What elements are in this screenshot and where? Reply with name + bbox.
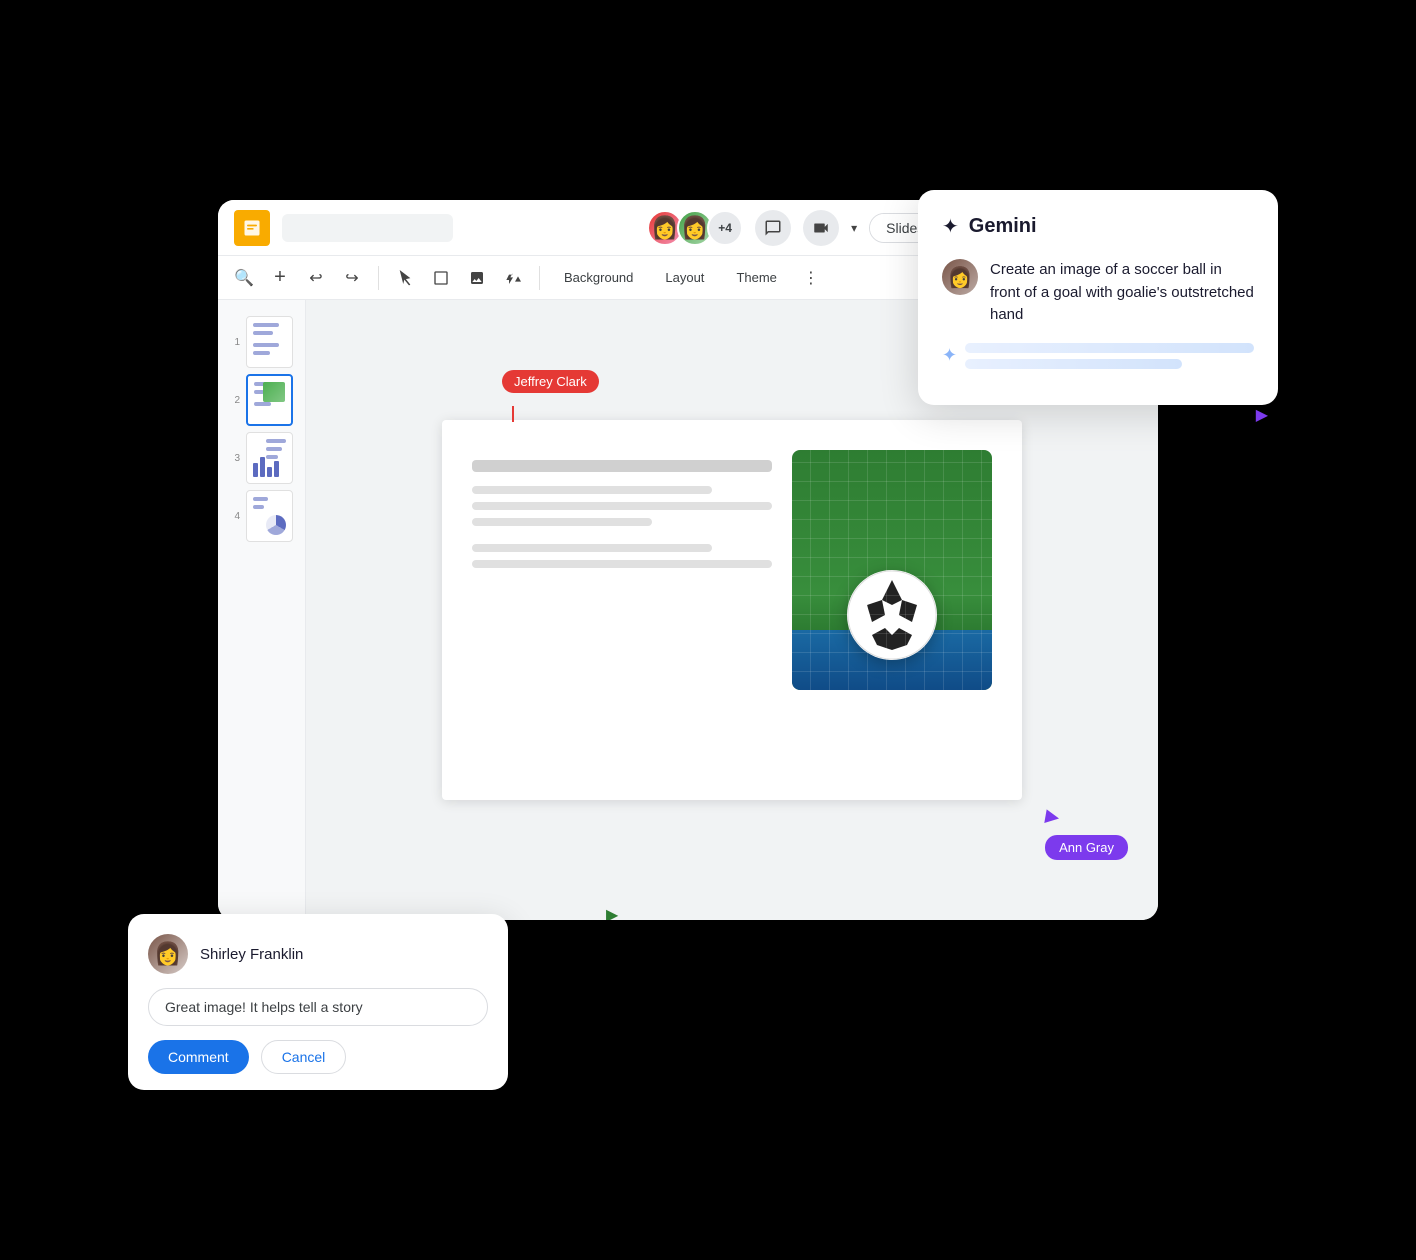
- slide-content: [442, 420, 1022, 710]
- background-button[interactable]: Background: [552, 266, 645, 289]
- comment-actions: Comment Cancel: [148, 1040, 488, 1074]
- slide-text-line: [472, 518, 652, 526]
- slide-text-line: [472, 502, 772, 510]
- comment-user-name: Shirley Franklin: [200, 946, 303, 963]
- thumb-line: [254, 402, 271, 406]
- chat-button[interactable]: [755, 210, 791, 246]
- thumb-line: [266, 439, 286, 443]
- slide-thumb-3[interactable]: [246, 432, 293, 484]
- comment-user-row: 👩 Shirley Franklin: [148, 934, 488, 974]
- shirley-bottom-cursor: ▶ Shirley Franklin: [606, 905, 724, 920]
- thumb-image-small: [263, 382, 285, 402]
- layout-button[interactable]: Layout: [653, 266, 716, 289]
- ann-gemini-cursor: ▶: [1256, 405, 1268, 425]
- thumb-line: [253, 323, 279, 327]
- slide-number-2: 2: [230, 395, 240, 406]
- redo-icon[interactable]: ↪: [338, 264, 366, 292]
- soccer-image: [792, 450, 992, 690]
- chart-bar: [267, 467, 272, 477]
- image-icon[interactable]: [463, 264, 491, 292]
- video-dropdown-arrow[interactable]: ▾: [851, 221, 857, 235]
- gemini-prompt-text: Create an image of a soccer ball in fron…: [990, 259, 1254, 327]
- ann-cursor-icon: ▶: [1256, 405, 1268, 425]
- gemini-user-avatar: 👩: [942, 259, 978, 295]
- slide-text-line: [472, 486, 712, 494]
- slide-canvas: Jeffrey Clark: [442, 420, 1022, 800]
- chart-bar: [253, 463, 258, 477]
- video-button[interactable]: [803, 210, 839, 246]
- theme-button[interactable]: Theme: [724, 266, 788, 289]
- shapes-icon[interactable]: [499, 264, 527, 292]
- zoom-icon[interactable]: 🔍: [230, 264, 258, 292]
- toolbar-divider-2: [539, 266, 540, 290]
- slide-thumb-2[interactable]: [246, 374, 293, 426]
- collaborator-avatars: 👩 👩 +4: [647, 210, 743, 246]
- thumb-line: [253, 505, 264, 509]
- cursor-tag-ann: Ann Gray: [1045, 835, 1128, 860]
- gemini-title: Gemini: [969, 215, 1037, 238]
- gemini-bar-medium: [965, 359, 1182, 369]
- text-box-icon[interactable]: [427, 264, 455, 292]
- slide-text-line: [472, 460, 772, 472]
- slide-row-3: 3: [230, 432, 293, 484]
- comment-popup: 👩 Shirley Franklin Great image! It helps…: [128, 914, 508, 1090]
- app-logo: [234, 210, 270, 246]
- select-icon[interactable]: [391, 264, 419, 292]
- slide-text-area: [472, 450, 772, 690]
- chart-bar: [274, 461, 279, 477]
- thumb-line: [253, 351, 270, 355]
- slide-number-4: 4: [230, 511, 240, 522]
- comment-submit-button[interactable]: Comment: [148, 1040, 249, 1074]
- slide-thumbnails: 1 2: [222, 308, 301, 550]
- slide-row-2: 2: [230, 374, 293, 426]
- gemini-star-icon: ✦: [942, 214, 959, 239]
- slide-thumb-1[interactable]: [246, 316, 293, 368]
- cursor-tag-jeffrey: Jeffrey Clark: [502, 370, 599, 393]
- gemini-header: ✦ Gemini: [942, 214, 1254, 239]
- chart-bar: [260, 457, 265, 477]
- soccer-image-box: [792, 450, 992, 690]
- thumb-line: [253, 331, 273, 335]
- slide-row-4: 4: [230, 490, 293, 542]
- comment-cancel-button[interactable]: Cancel: [261, 1040, 347, 1074]
- shirley-cursor-arrow-icon: ▶: [606, 905, 724, 920]
- gemini-sparkle-icon: ✦: [942, 345, 957, 366]
- gemini-bar-wide: [965, 343, 1254, 353]
- slide-number-1: 1: [230, 337, 240, 348]
- slide-row-1: 1: [230, 316, 293, 368]
- presentation-title-input[interactable]: [282, 214, 453, 242]
- undo-icon[interactable]: ↩: [302, 264, 330, 292]
- comment-input[interactable]: Great image! It helps tell a story: [148, 988, 488, 1026]
- slides-panel: 1 2: [218, 300, 306, 920]
- gemini-panel: ✦ Gemini 👩 Create an image of a soccer b…: [918, 190, 1278, 405]
- ann-gray-cursor-area: ▶ Ann Gray: [1045, 812, 1128, 860]
- thumb-line: [266, 447, 282, 451]
- thumb-pie-chart: [266, 515, 286, 535]
- thumb-line: [253, 343, 279, 347]
- more-options-icon[interactable]: ⋮: [797, 264, 825, 292]
- add-icon[interactable]: +: [266, 264, 294, 292]
- toolbar-divider-1: [378, 266, 379, 290]
- jeffrey-cursor-line: [512, 406, 514, 422]
- slide-text-line: [472, 560, 772, 568]
- gemini-loading-bars: [965, 343, 1254, 369]
- gemini-user-row: 👩 Create an image of a soccer ball in fr…: [942, 259, 1254, 327]
- avatar-overflow-count: +4: [707, 210, 743, 246]
- comment-user-avatar: 👩: [148, 934, 188, 974]
- gemini-generating-area: ✦: [942, 343, 1254, 369]
- slide-thumb-4[interactable]: [246, 490, 293, 542]
- slide-text-line: [472, 544, 712, 552]
- thumb-line: [266, 455, 278, 459]
- slide-number-3: 3: [230, 453, 240, 464]
- thumb-line: [253, 497, 268, 501]
